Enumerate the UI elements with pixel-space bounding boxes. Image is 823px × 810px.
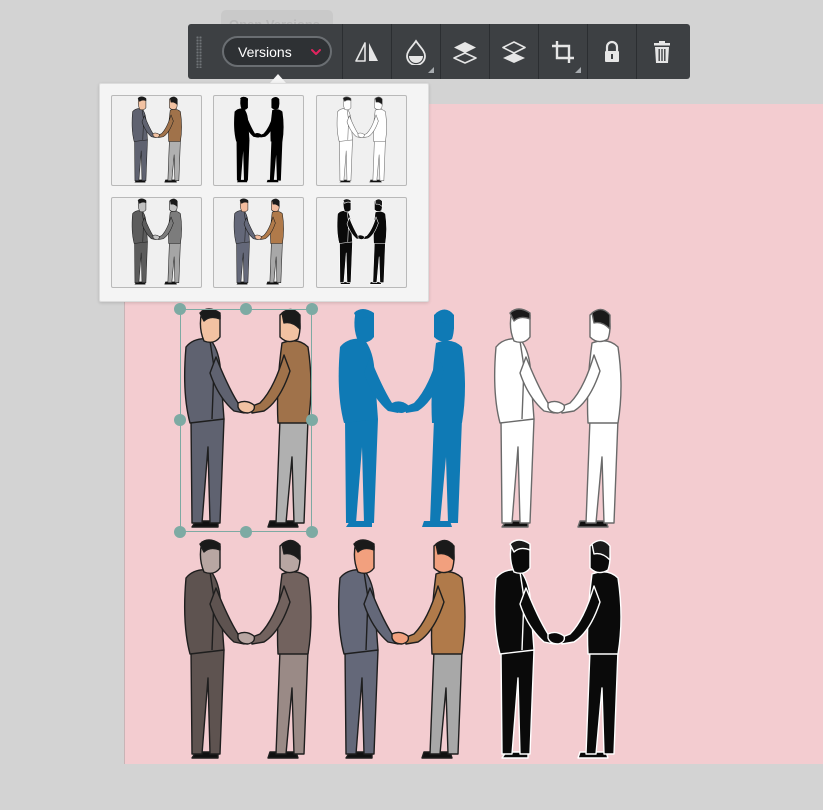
drag-handle[interactable] (188, 24, 210, 79)
lock-button[interactable] (588, 24, 637, 79)
handshake-illustration[interactable] (490, 307, 624, 534)
handshake-illustration[interactable] (490, 538, 624, 765)
resize-handle[interactable] (240, 303, 252, 315)
resize-handle[interactable] (306, 414, 318, 426)
lock-icon (605, 40, 619, 62)
color-button[interactable] (392, 24, 441, 79)
handshake-illustration[interactable] (180, 538, 314, 765)
send-backward-button[interactable] (490, 24, 539, 79)
resize-handle[interactable] (174, 414, 186, 426)
popup-pointer (270, 74, 286, 83)
delete-button[interactable] (637, 24, 686, 79)
version-thumbnail[interactable] (316, 95, 407, 186)
submenu-corner-icon (428, 67, 434, 73)
handshake-illustration[interactable] (334, 307, 468, 534)
handshake-illustration[interactable] (334, 538, 468, 765)
versions-popup (99, 83, 429, 302)
layers-up-icon (453, 41, 477, 64)
selection-box (180, 309, 312, 532)
resize-handle[interactable] (174, 526, 186, 538)
version-thumbnail[interactable] (213, 197, 304, 288)
trash-icon (653, 40, 670, 63)
version-thumbnail[interactable] (213, 95, 304, 186)
element-toolbar: Versions (188, 24, 690, 79)
version-thumbnail[interactable] (111, 95, 202, 186)
bring-forward-button[interactable] (441, 24, 490, 79)
flip-button[interactable] (343, 24, 392, 79)
crop-button[interactable] (539, 24, 588, 79)
layers-down-icon (502, 40, 526, 63)
flip-icon (355, 41, 378, 62)
submenu-corner-icon (575, 67, 581, 73)
resize-handle[interactable] (174, 303, 186, 315)
resize-handle[interactable] (306, 526, 318, 538)
versions-label: Versions (238, 43, 292, 60)
versions-button[interactable]: Versions (222, 36, 332, 67)
chevron-down-icon (311, 49, 321, 55)
grip-icon (196, 35, 202, 68)
resize-handle[interactable] (240, 526, 252, 538)
drop-icon (406, 38, 426, 65)
version-thumbnail[interactable] (111, 197, 202, 288)
crop-icon (552, 40, 574, 63)
resize-handle[interactable] (306, 303, 318, 315)
version-thumbnail[interactable] (316, 197, 407, 288)
